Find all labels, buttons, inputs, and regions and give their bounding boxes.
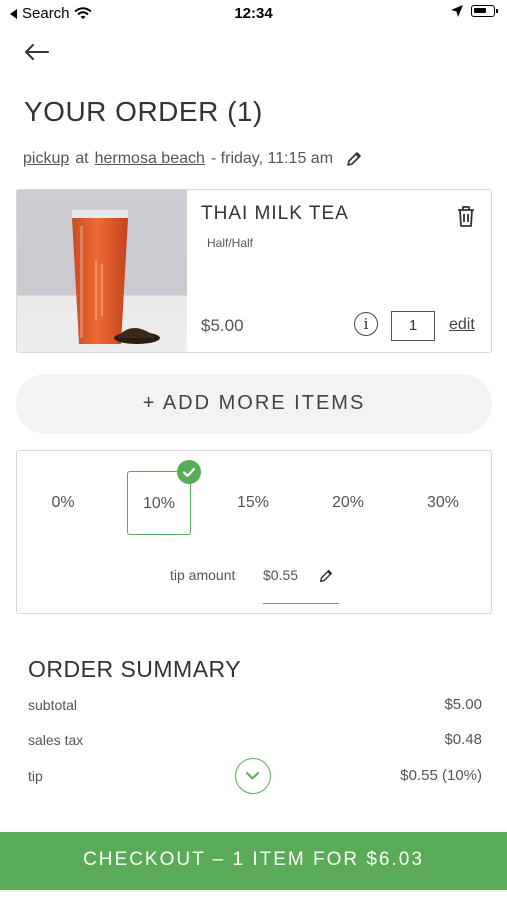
status-time: 12:34 xyxy=(234,5,273,22)
tip-value: $0.55 (10%) xyxy=(400,767,482,784)
trash-icon xyxy=(458,206,474,227)
add-more-items-button[interactable]: + ADD MORE ITEMS xyxy=(16,374,492,434)
arrow-left-icon xyxy=(25,44,49,60)
status-bar: Search 12:34 xyxy=(0,0,507,28)
location-link[interactable]: hermosa beach xyxy=(95,150,205,168)
info-button[interactable]: i xyxy=(354,312,378,336)
checkout-button[interactable]: CHECKOUT – 1 ITEM FOR $6.03 xyxy=(0,832,507,890)
tip-option-0[interactable]: 0% xyxy=(31,471,95,535)
subtotal-value: $5.00 xyxy=(444,696,482,713)
page-title: YOUR ORDER (1) xyxy=(24,96,263,127)
check-icon xyxy=(177,460,201,484)
order-summary-title: ORDER SUMMARY xyxy=(28,656,242,682)
delete-item-button[interactable] xyxy=(455,204,477,228)
pencil-icon[interactable] xyxy=(345,150,363,168)
tip-amount-underline xyxy=(263,603,339,604)
pickup-info: pickup at hermosa beach - friday, 11:15 … xyxy=(23,150,363,168)
battery-icon xyxy=(471,5,498,17)
item-price: $5.00 xyxy=(201,316,244,335)
pickup-mode-link[interactable]: pickup xyxy=(23,150,69,168)
item-option: Half/Half xyxy=(207,236,254,250)
at-text: at xyxy=(75,150,89,167)
chevron-down-icon xyxy=(246,772,259,780)
item-image xyxy=(17,190,187,352)
order-item-card: THAI MILK TEA Half/Half $5.00 i 1 edit xyxy=(16,189,492,353)
item-name: THAI MILK TEA xyxy=(201,203,349,224)
tip-selector: 0% 10% 15% 20% 30% tip amount $0.55 xyxy=(16,450,492,614)
tip-amount-label: tip amount xyxy=(170,567,236,583)
back-button[interactable] xyxy=(22,38,52,66)
expand-summary-button[interactable] xyxy=(235,758,271,794)
tip-amount-value[interactable]: $0.55 xyxy=(263,567,298,583)
tip-option-20[interactable]: 20% xyxy=(316,471,380,535)
subtotal-label: subtotal xyxy=(28,697,78,713)
edit-item-link[interactable]: edit xyxy=(449,316,475,334)
quantity-field[interactable]: 1 xyxy=(391,311,435,341)
tip-option-30[interactable]: 30% xyxy=(411,471,475,535)
location-arrow-icon xyxy=(451,5,463,17)
tip-label: tip xyxy=(28,768,43,784)
sales-tax-label: sales tax xyxy=(28,732,84,748)
sales-tax-value: $0.48 xyxy=(444,731,482,748)
pickup-time: - friday, 11:15 am xyxy=(210,150,334,167)
thai-tea-cup-illustration xyxy=(72,210,160,344)
pencil-icon[interactable] xyxy=(318,568,334,584)
tip-option-15[interactable]: 15% xyxy=(221,471,285,535)
